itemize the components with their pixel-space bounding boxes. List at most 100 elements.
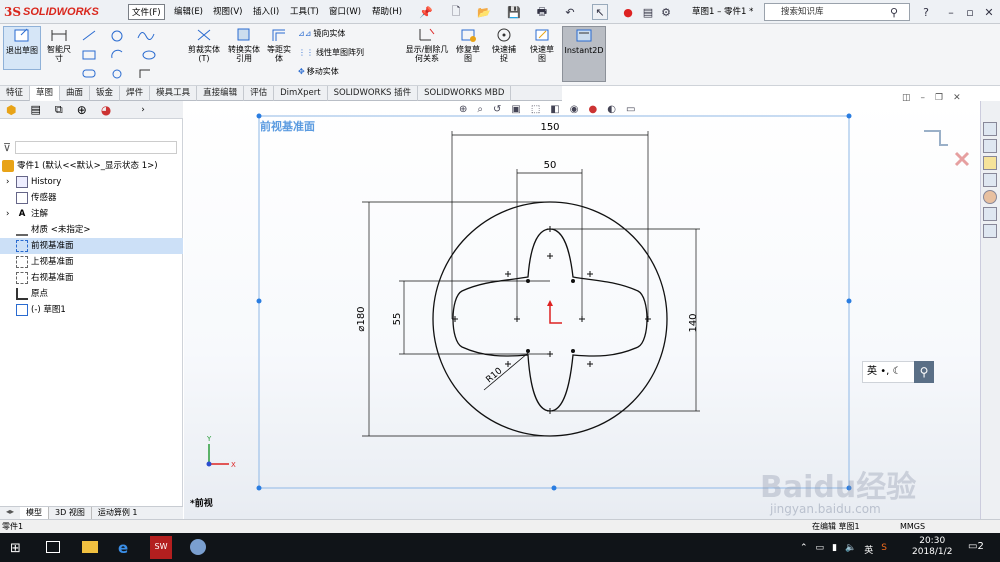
search-icon[interactable]: ⚲ [886,4,902,20]
custom-properties-icon[interactable] [983,207,997,221]
appearance-icon[interactable]: ● [588,104,597,118]
front-plane-border[interactable] [258,115,850,489]
menu-tools[interactable]: 工具(T) [287,4,322,20]
tab-motion-study[interactable]: 运动算例 1 [92,507,144,519]
tree-item-sensors[interactable]: 传感器 [0,190,183,206]
view-palette-icon[interactable] [983,173,997,187]
status-units[interactable]: MMGS [900,520,925,533]
plane-handle[interactable] [846,113,852,119]
tree-item-material[interactable]: 材质 <未指定> [0,222,183,238]
tab-evaluate[interactable]: 评估 [244,86,275,101]
zoom-area-icon[interactable]: ⌕ [477,104,483,118]
dimension-dia180-label[interactable]: ⌀180 [356,306,367,331]
tree-item-sketch1[interactable]: (-) 草图1 [0,302,183,318]
linear-pattern-button[interactable]: ⋮⋮ 线性草图阵列 [298,48,364,58]
tab-features[interactable]: 特征 [0,86,31,101]
dimension-140[interactable] [550,228,700,412]
minimize-view-icon[interactable]: – [921,93,926,103]
menu-help[interactable]: 帮助(H) [369,4,405,20]
convert-entities-button[interactable]: 转换实体引用 [226,26,262,70]
scene-icon[interactable]: ◐ [607,104,616,118]
ime-punctuation-icon[interactable]: •, [880,366,889,377]
zoom-to-fit-icon[interactable]: ⊕ [459,104,467,118]
property-manager-tab-icon[interactable]: ▤ [30,103,40,116]
tree-item-front-plane[interactable]: 前视基准面 [0,238,183,254]
dimension-50[interactable] [516,169,583,319]
tree-root-part[interactable]: 零件1 (默认<<默认>_显示状态 1>) [0,158,183,174]
open-icon[interactable]: 📂 [476,4,492,20]
ime-search-icon[interactable]: ⚲ [914,361,934,383]
options-gear-icon[interactable]: ⚙ [658,4,674,20]
plane-handle[interactable] [551,485,557,491]
split-view-icon[interactable]: ◫ [902,93,911,103]
tab-scroll-left-icon[interactable]: ◂▸ [0,507,20,519]
tree-item-right-plane[interactable]: 右视基准面 [0,270,183,286]
tab-mbd[interactable]: SOLIDWORKS MBD [418,86,512,101]
ime-taskbar-label[interactable]: 英 [864,543,873,556]
sogou-icon[interactable]: S [881,543,887,556]
tray-up-arrow-icon[interactable]: ⌃ [800,543,808,556]
tab-model[interactable]: 模型 [20,507,50,519]
tab-3d-views[interactable]: 3D 视图 [49,507,92,519]
minimize-icon[interactable]: – [943,4,959,20]
configuration-manager-tab-icon[interactable]: ⧉ [55,103,63,117]
dimxpert-manager-tab-icon[interactable]: ⊕ [77,103,87,117]
tab-direct-editing[interactable]: 直接编辑 [197,86,245,101]
expand-arrow-icon[interactable]: › [6,174,16,190]
previous-view-icon[interactable]: ↺ [493,104,501,118]
close-view-icon[interactable]: ✕ [953,93,961,103]
expand-arrow-icon[interactable]: › [6,206,16,222]
tab-weldments[interactable]: 焊件 [120,86,151,101]
tab-addins[interactable]: SOLIDWORKS 插件 [328,86,419,101]
undo-icon[interactable]: ↶ [562,4,578,20]
pin-icon[interactable]: 📌 [418,4,434,20]
menu-insert[interactable]: 插入(I) [250,4,282,20]
exit-sketch-button[interactable]: 退出草图 [3,26,41,70]
dimension-150-label[interactable]: 150 [540,122,559,133]
tab-dimxpert[interactable]: DimXpert [274,86,328,101]
network-icon[interactable]: ▭ [816,543,825,556]
dimension-50-label[interactable]: 50 [544,160,557,171]
tree-item-history[interactable]: › History [0,174,183,190]
tab-mold-tools[interactable]: 模具工具 [150,86,198,101]
menu-file[interactable]: 文件(F) [128,4,165,20]
filter-input[interactable] [15,140,178,154]
tab-surfaces[interactable]: 曲面 [60,86,91,101]
print-icon[interactable]: 🖶 [534,4,550,20]
tab-sketch[interactable]: 草图 [30,86,61,101]
trim-entities-button[interactable]: 剪裁实体(T) [184,26,224,70]
panel-expand-chevron-icon[interactable]: › [141,105,145,115]
hide-show-icon[interactable]: ◉ [570,104,579,118]
dimension-55[interactable] [399,280,550,355]
design-library-icon[interactable] [983,139,997,153]
tree-item-annotations[interactable]: › A 注解 [0,206,183,222]
volume-icon[interactable]: 🔈 [845,543,856,556]
smart-dimension-button[interactable]: 智能尺寸 [43,26,75,70]
task-view-icon[interactable] [46,541,60,553]
app-taskbar-icon[interactable] [190,539,206,555]
sketch-canvas[interactable]: 150 50 ⌀180 55 140 R10 YX [184,101,980,519]
dimension-r10-label[interactable]: R10 [485,366,505,385]
restore-icon[interactable]: ▫ [962,4,978,20]
tab-sheet-metal[interactable]: 钣金 [90,86,121,101]
clock[interactable]: 20:30 2018/1/2 [912,536,952,558]
rapid-sketch-button[interactable]: 快速草图 [526,26,558,70]
rebuild-icon[interactable]: ● [620,4,636,20]
save-icon[interactable]: 💾 [506,4,522,20]
graphics-area[interactable]: 150 50 ⌀180 55 140 R10 YX 前视基准面 *前视 ⊕ ⌕ ↺ ▣… [184,93,980,519]
quick-snaps-button[interactable]: 快速捕捉 [488,26,520,70]
section-view-icon[interactable]: ▣ [511,104,520,118]
repair-sketch-button[interactable]: 修复草图 [452,26,484,70]
display-relations-button[interactable]: 显示/删除几何关系 [404,26,450,70]
forum-icon[interactable] [983,224,997,238]
tree-item-origin[interactable]: 原点 [0,286,183,302]
display-style-icon[interactable]: ◧ [550,104,559,118]
dimension-55-label[interactable]: 55 [392,313,403,326]
offset-entities-button[interactable]: 等距实体 [262,26,296,70]
move-entities-button[interactable]: ✥ 移动实体 [298,67,339,77]
notifications-icon[interactable]: ▭2 [968,541,984,552]
solidworks-resources-icon[interactable] [983,122,997,136]
menu-window[interactable]: 窗口(W) [326,4,364,20]
confirmation-corner[interactable] [924,130,970,167]
plane-handle[interactable] [846,298,852,304]
